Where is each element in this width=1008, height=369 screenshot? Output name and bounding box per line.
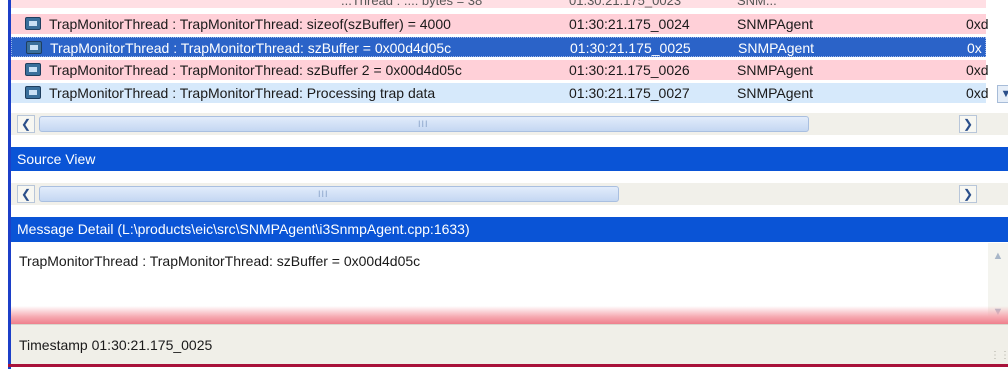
log-row-message: ...Thread : ...: bytes = 38 xyxy=(341,0,483,8)
log-row[interactable]: TrapMonitorThread : TrapMonitorThread: P… xyxy=(11,83,989,103)
log-entry-icon xyxy=(25,86,41,99)
log-row-thread: 0xd xyxy=(966,16,989,32)
message-detail-title: Message Detail (L:\products\eic\src\SNMP… xyxy=(17,221,470,237)
resize-grip-icon[interactable]: ⋮⋮ xyxy=(990,350,1008,361)
log-row-thread: 0xd xyxy=(966,85,989,101)
status-timestamp: Timestamp 01:30:21.175_0025 xyxy=(19,337,213,353)
log-row-timestamp: 01:30:21.175_0026 xyxy=(569,62,690,78)
log-row-source: SNM... xyxy=(737,0,777,8)
arrow-down-icon[interactable]: ▼ xyxy=(997,85,1008,103)
log-row-selected[interactable]: TrapMonitorThread : TrapMonitorThread: s… xyxy=(11,37,986,57)
log-row-message: TrapMonitorThread : TrapMonitorThread: s… xyxy=(50,40,452,56)
arrow-left-icon[interactable]: ❮ xyxy=(17,185,35,203)
log-row-source: SNMPAgent xyxy=(738,40,814,56)
message-detail-header: Message Detail (L:\products\eic\src\SNMP… xyxy=(11,217,1008,242)
log-entry-icon xyxy=(25,17,41,30)
log-row-thread: 0xd xyxy=(966,62,989,78)
log-entry-icon xyxy=(26,41,42,54)
log-entry-icon xyxy=(25,63,41,76)
log-row-source: SNMPAgent xyxy=(737,16,813,32)
log-horizontal-scrollbar[interactable]: ❮ III ❯ xyxy=(11,113,1008,135)
log-row-partial[interactable]: ...Thread : ...: bytes = 38 01:30:21.175… xyxy=(11,0,986,8)
log-row-source: SNMPAgent xyxy=(737,62,813,78)
log-row-timestamp: 01:30:21.175_0025 xyxy=(570,40,691,56)
grip-icon: III xyxy=(418,119,429,129)
source-view-header: Source View xyxy=(11,147,1008,171)
log-row[interactable]: TrapMonitorThread : TrapMonitorThread: s… xyxy=(11,14,989,34)
log-row-timestamp: 01:30:21.175_0024 xyxy=(569,16,690,32)
highlight-band xyxy=(11,306,1008,324)
log-row-timestamp: 01:30:21.175_0027 xyxy=(569,85,690,101)
source-horizontal-scrollbar[interactable]: ❮ III ❯ xyxy=(11,183,1008,205)
log-list[interactable]: ...Thread : ...: bytes = 38 01:30:21.175… xyxy=(11,0,1008,105)
status-bar: Timestamp 01:30:21.175_0025 xyxy=(11,324,1008,364)
log-row[interactable]: TrapMonitorThread : TrapMonitorThread: s… xyxy=(11,60,989,80)
arrow-right-icon[interactable]: ❯ xyxy=(959,115,977,133)
log-row-message: TrapMonitorThread : TrapMonitorThread: P… xyxy=(49,85,436,101)
log-row-timestamp: 01:30:21.175_0023 xyxy=(569,0,682,8)
arrow-up-icon[interactable]: ▲ xyxy=(989,247,1007,265)
scrollbar-thumb[interactable]: III xyxy=(39,116,809,132)
log-row-message: TrapMonitorThread : TrapMonitorThread: s… xyxy=(49,16,451,32)
log-row-message: TrapMonitorThread : TrapMonitorThread: s… xyxy=(49,62,462,78)
log-row-source: SNMPAgent xyxy=(737,85,813,101)
source-view-title: Source View xyxy=(17,151,96,167)
grip-icon: III xyxy=(318,189,329,199)
message-detail-text: TrapMonitorThread : TrapMonitorThread: s… xyxy=(19,253,421,269)
scrollbar-thumb[interactable]: III xyxy=(39,186,619,202)
window-bottom-border xyxy=(8,364,1008,367)
arrow-right-icon[interactable]: ❯ xyxy=(959,185,977,203)
arrow-left-icon[interactable]: ❮ xyxy=(17,115,35,133)
log-row-thread: 0x xyxy=(967,40,982,56)
